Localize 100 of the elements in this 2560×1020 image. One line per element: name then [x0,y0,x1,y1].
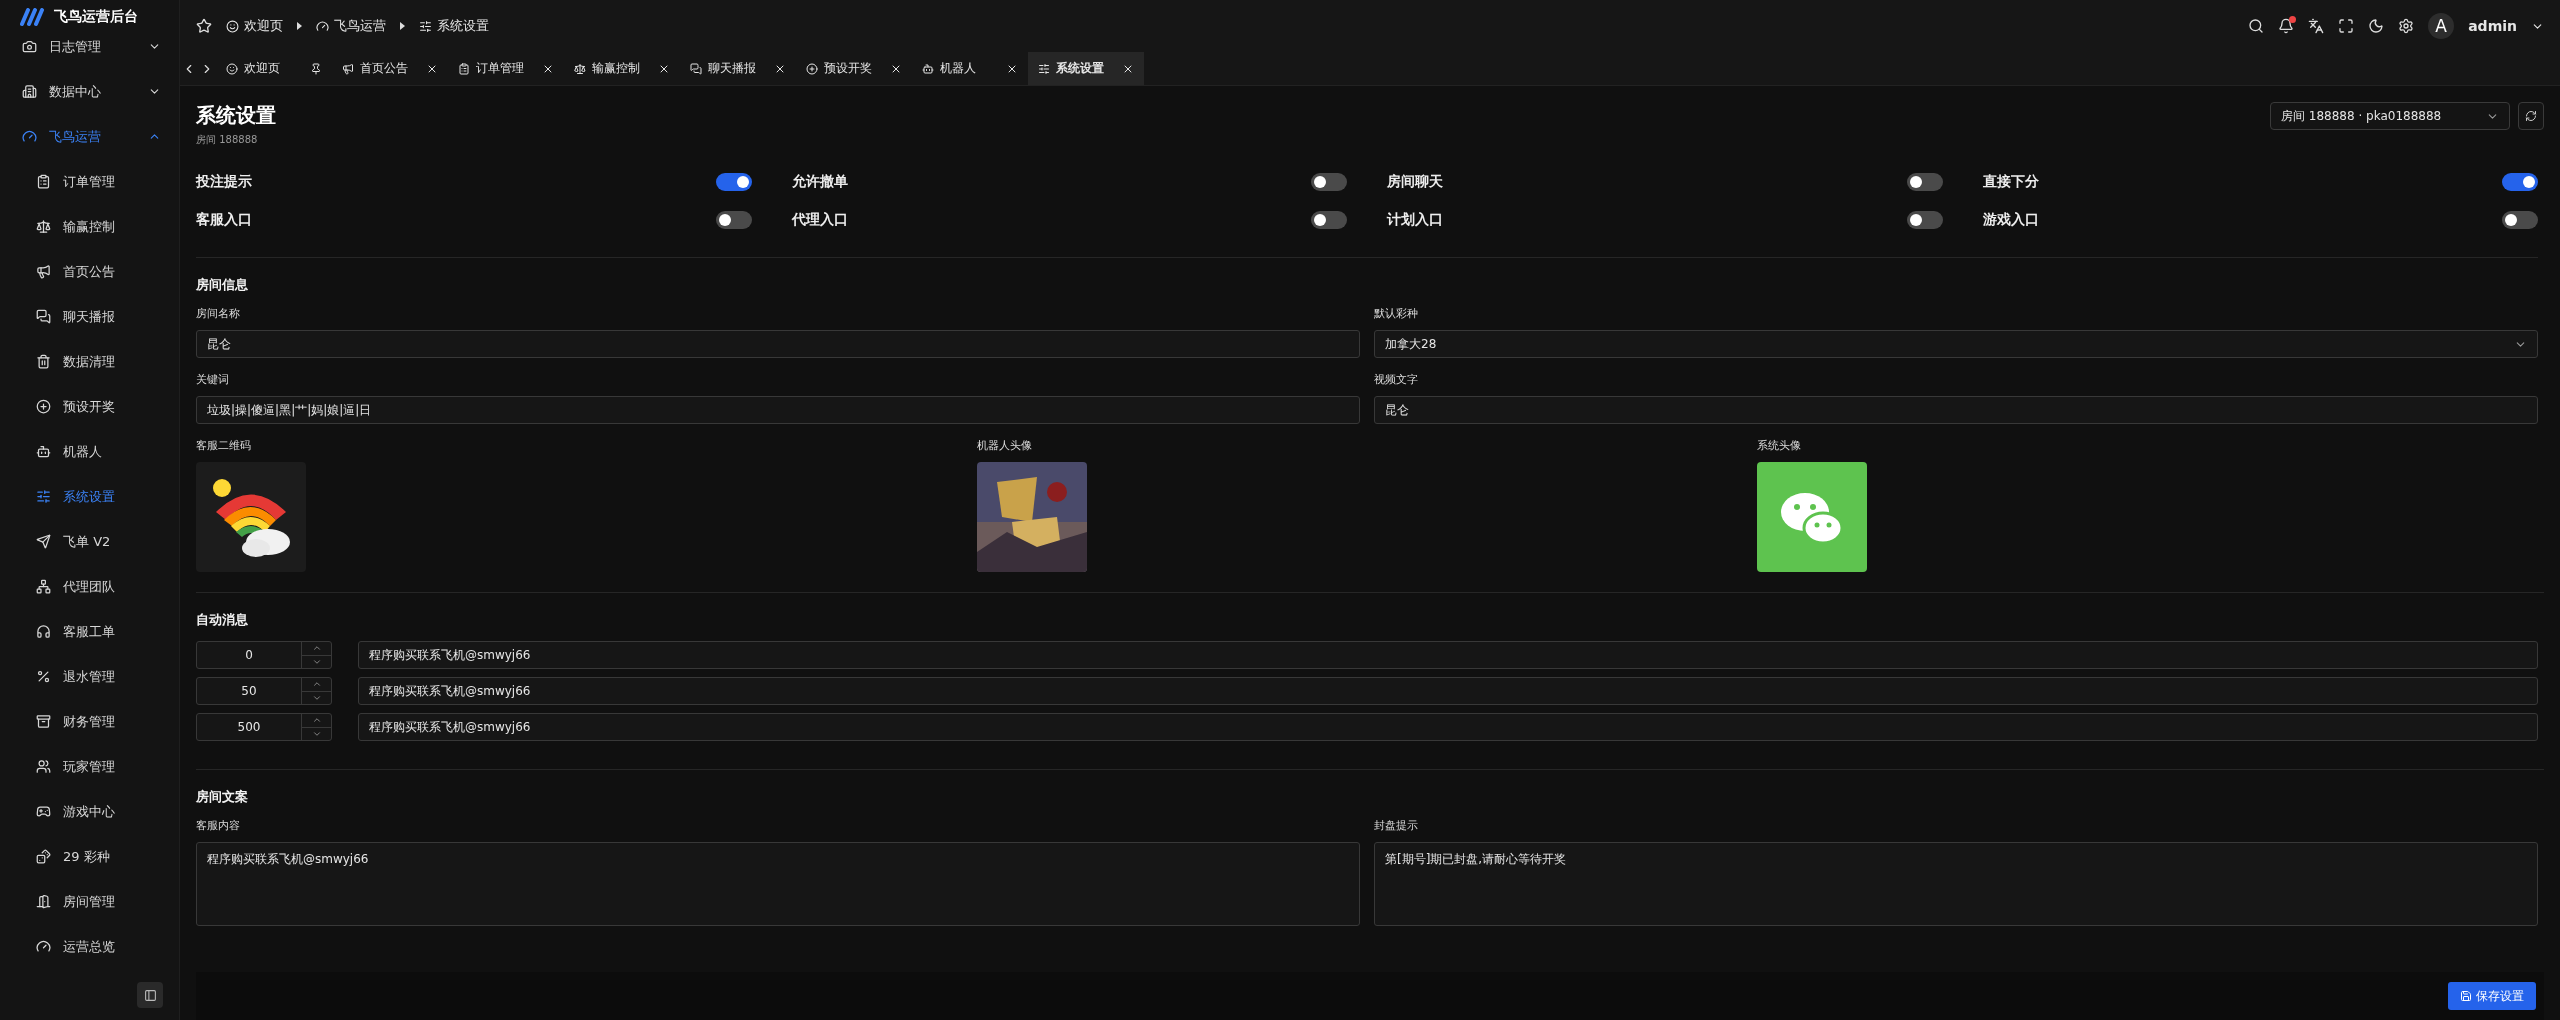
tab[interactable]: 输赢控制 [564,52,680,85]
sidebar-item[interactable]: 飞单 V2 [0,519,179,564]
sidebar-item[interactable]: 财务管理 [0,699,179,744]
select-field[interactable]: 加拿大28 [1374,330,2538,358]
sidebar-item[interactable]: 系统设置 [0,474,179,519]
megaphone-icon [36,264,51,279]
chat-icon [36,309,51,324]
sidebar-item[interactable]: 预设开奖 [0,384,179,429]
settings-icon[interactable] [2398,18,2415,34]
sidebar-item[interactable]: 代理团队 [0,564,179,609]
breadcrumb-item[interactable]: 系统设置 [419,17,489,35]
toggle-switch[interactable] [2502,173,2538,191]
switch-label: 直接下分 [1982,173,2039,191]
page-title: 系统设置 [196,102,276,129]
send-icon [36,534,51,549]
toggle-switch[interactable] [1906,173,1943,191]
sidebar-item[interactable]: 29 彩种 [0,834,179,879]
input-field[interactable]: 程序购买联系飞机@smwyj66 [358,641,2538,669]
building-icon [22,84,37,99]
user-name[interactable]: admin [2468,18,2517,34]
text-area[interactable]: 程序购买联系飞机@smwyj66 [196,842,1360,926]
tab[interactable]: 预设开奖 [796,52,912,85]
refresh-icon [2525,110,2537,122]
input-field[interactable]: 昆仑 [1374,396,2538,424]
breadcrumb-item[interactable]: 欢迎页 [226,17,283,35]
field-label: 关键词 [196,372,230,387]
clipboard-icon [36,174,51,189]
robot-icon [36,444,51,459]
text-area[interactable]: 第[期号]期已封盘,请耐心等待开奖 [1374,842,2538,926]
sidebar-item[interactable]: 玩家管理 [0,744,179,789]
sidebar-item[interactable]: 飞鸟运营 [0,114,179,159]
sidebar-item[interactable]: 退水管理 [0,654,179,699]
megaphone-icon [342,62,354,75]
toggle-switch[interactable] [715,211,752,229]
switch-label: 游戏入口 [1982,211,2039,229]
tab[interactable]: 聊天播报 [680,52,796,85]
brand-title: 飞鸟运营后台 [54,8,138,26]
door-icon [36,894,51,909]
sidebar-item[interactable]: 输赢控制 [0,204,179,249]
toggle-switch[interactable] [715,173,752,191]
sidebar-item[interactable]: 首页公告 [0,249,179,294]
avatar[interactable]: A [2428,13,2455,39]
sliders-icon [1038,62,1050,75]
tab[interactable]: 机器人 [912,52,1028,85]
sidebar-item[interactable]: 数据清理 [0,339,179,384]
sidebar-item[interactable]: 运营总览 [0,924,179,969]
sidebar-item[interactable]: 聊天播报 [0,294,179,339]
input-field[interactable]: 昆仑 [196,330,1360,358]
collapse-button[interactable] [137,982,163,1008]
search-icon[interactable] [2248,18,2265,34]
translate-icon[interactable] [2308,18,2325,34]
moon-icon[interactable] [2368,18,2385,34]
breadcrumb-item[interactable]: 飞鸟运营 [316,17,386,35]
panel-icon [143,988,157,1002]
sidebar-item[interactable]: 数据中心 [0,69,179,114]
switch-label: 客服入口 [196,211,252,229]
sidebar-item[interactable]: 订单管理 [0,159,179,204]
favorite-icon[interactable] [196,18,212,34]
field-label: 客服二维码 [196,438,252,453]
switch-label: 投注提示 [196,173,252,191]
toggle-switch[interactable] [1311,211,1347,229]
clipboard-icon [458,62,470,75]
input-field[interactable]: 程序购买联系飞机@smwyj66 [358,677,2538,705]
input-field[interactable]: 垃圾|操|傻逼|黑|艹|妈|娘|逼|日 [196,396,1360,424]
save-icon [2460,990,2472,1002]
section-title: 房间信息 [196,276,249,294]
sidebar-item[interactable]: 客服工单 [0,609,179,654]
switch-label: 计划入口 [1387,211,1443,229]
toggle-switch[interactable] [1311,173,1347,191]
robot-icon [922,62,934,75]
sidebar-item[interactable]: 游戏中心 [0,789,179,834]
smile-icon [226,62,238,75]
chat-icon [690,62,702,75]
sidebar-item[interactable]: 日志管理 [0,24,179,69]
gamepad-icon [36,804,51,819]
switch-label: 允许撤单 [791,173,848,191]
sidebar-item[interactable]: 机器人 [0,429,179,474]
gauge-icon [22,129,37,144]
field-label: 默认彩种 [1374,306,1419,321]
field-label: 客服内容 [196,818,241,833]
percent-icon [36,669,51,684]
input-field[interactable]: 程序购买联系飞机@smwyj66 [358,713,2538,741]
refresh-button[interactable] [2518,102,2544,130]
room-select[interactable]: 房间 188888 · pka0188888 [2270,102,2510,130]
sidebar-item[interactable]: 房间管理 [0,879,179,924]
fullscreen-icon[interactable] [2338,18,2355,34]
toggle-switch[interactable] [1906,211,1943,229]
bell-icon[interactable] [2278,18,2295,34]
tab[interactable]: 首页公告 [332,52,448,85]
tab[interactable]: 系统设置 [1028,52,1144,85]
section-title: 房间文案 [196,788,249,806]
field-label: 视频文字 [1374,372,1419,387]
field-label: 机器人头像 [976,438,1033,453]
save-button[interactable]: 保存设置 [2448,982,2536,1010]
tab[interactable]: 欢迎页 [216,52,332,85]
toggle-switch[interactable] [2502,211,2538,229]
tab[interactable]: 订单管理 [448,52,564,85]
archive-icon [36,714,51,729]
page-subtitle: 房间 188888 [196,133,259,147]
plus-circle-icon [806,62,818,75]
